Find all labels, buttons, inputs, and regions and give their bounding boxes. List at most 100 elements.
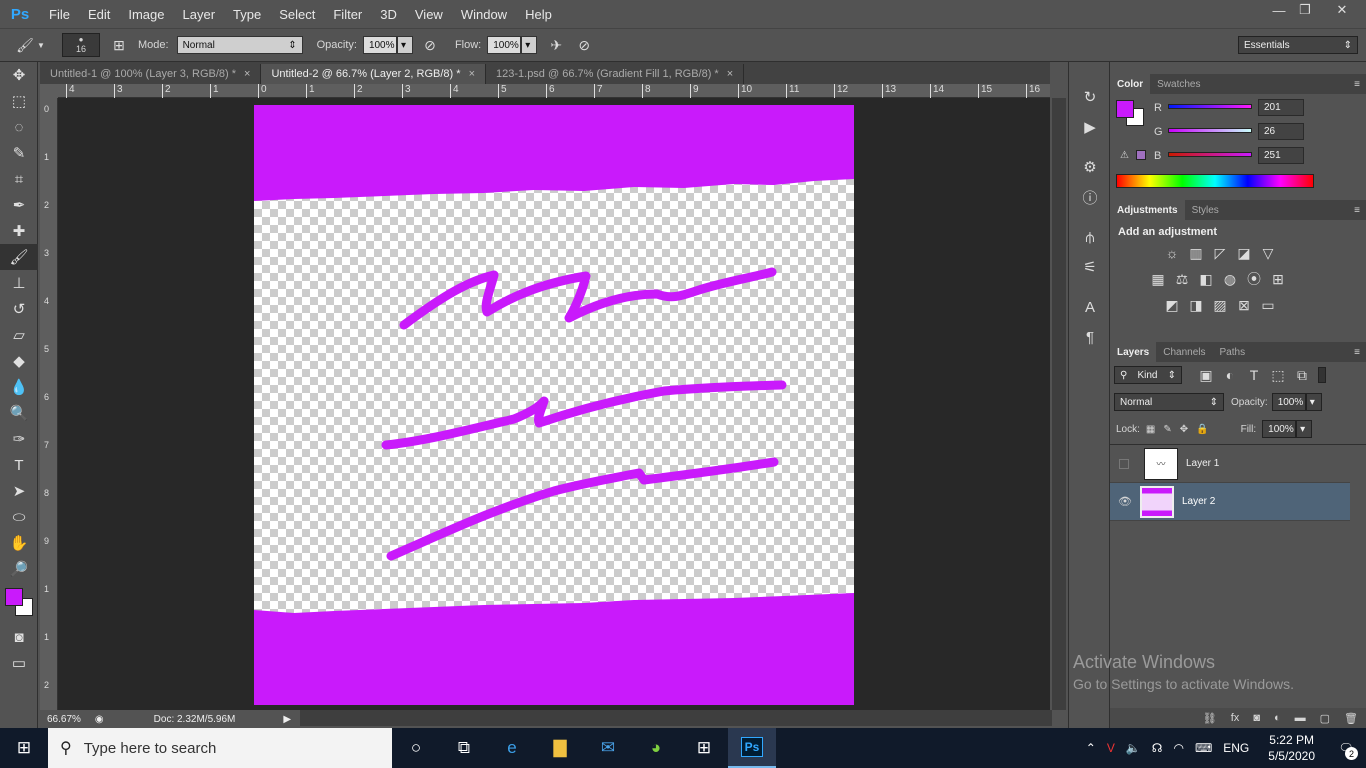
gamut-warning-icon[interactable]: ⚠: [1120, 150, 1129, 161]
healing-brush-tool-icon[interactable]: ✚: [0, 218, 38, 244]
lock-all-icon[interactable]: 🔒: [1196, 424, 1208, 435]
app-icon[interactable]: ◕: [632, 728, 680, 768]
exposure-icon[interactable]: ◪: [1232, 242, 1256, 264]
document-canvas[interactable]: [254, 105, 854, 705]
tab-adjustments[interactable]: Adjustments: [1110, 200, 1185, 220]
menu-window[interactable]: Window: [452, 7, 516, 22]
menu-layer[interactable]: Layer: [174, 7, 225, 22]
tab-styles[interactable]: Styles: [1185, 200, 1226, 220]
pressure-opacity-icon[interactable]: ⊘: [419, 34, 441, 56]
channel-mixer-icon[interactable]: ⦿: [1242, 268, 1266, 290]
eyedropper-tool-icon[interactable]: ✒: [0, 192, 38, 218]
menu-edit[interactable]: Edit: [79, 7, 119, 22]
filter-shape-icon[interactable]: ⬚: [1266, 364, 1290, 386]
tab-paths[interactable]: Paths: [1213, 342, 1253, 362]
lock-position-icon[interactable]: ✥: [1180, 424, 1188, 435]
visibility-toggle[interactable]: [1119, 458, 1129, 469]
vertical-scrollbar[interactable]: [1052, 98, 1066, 710]
layer-filter-select[interactable]: ⚲ Kind ⇕: [1114, 366, 1182, 384]
horizontal-scrollbar[interactable]: [240, 710, 1052, 726]
brush-presets-icon[interactable]: ⫛: [1069, 222, 1111, 252]
menu-3d[interactable]: 3D: [371, 7, 406, 22]
pen-tool-icon[interactable]: ✑: [0, 426, 38, 452]
eraser-tool-icon[interactable]: ▱: [0, 322, 38, 348]
layer-row-layer-1[interactable]: 〰 Layer 1: [1110, 445, 1350, 483]
menu-filter[interactable]: Filter: [324, 7, 371, 22]
photo-filter-icon[interactable]: ◍: [1218, 268, 1242, 290]
airbrush-icon[interactable]: ✈: [545, 34, 567, 56]
fill-dropdown[interactable]: ▾: [1296, 420, 1313, 438]
close-icon[interactable]: ×: [244, 68, 250, 80]
photoshop-taskbar-icon[interactable]: Ps: [728, 728, 776, 768]
menu-file[interactable]: File: [40, 7, 79, 22]
brush-tool-icon[interactable]: 🖌: [0, 244, 38, 270]
selective-color-icon[interactable]: ⊠: [1232, 294, 1256, 316]
ellipse-tool-icon[interactable]: ⬭: [0, 504, 38, 530]
lock-transparent-icon[interactable]: ▦: [1146, 424, 1155, 435]
green-input[interactable]: 26: [1258, 123, 1304, 140]
menu-type[interactable]: Type: [224, 7, 270, 22]
brightness-contrast-icon[interactable]: ☼: [1160, 242, 1184, 264]
actions-panel-icon[interactable]: ▶: [1069, 112, 1111, 142]
path-selection-tool-icon[interactable]: ➤: [0, 478, 38, 504]
ime-icon[interactable]: ☊: [1152, 741, 1163, 755]
layer-name[interactable]: Layer 1: [1186, 458, 1219, 469]
wifi-icon[interactable]: ◠: [1173, 741, 1183, 755]
menu-image[interactable]: Image: [119, 7, 173, 22]
file-explorer-icon[interactable]: ▇: [536, 728, 584, 768]
screen-mode-icon[interactable]: ▭: [0, 650, 38, 676]
status-info-icon[interactable]: ◉: [95, 714, 104, 725]
brush-panel-icon[interactable]: ⚟: [1069, 252, 1111, 282]
brush-size-picker[interactable]: ● 16: [62, 33, 100, 57]
layer-name[interactable]: Layer 2: [1182, 496, 1215, 507]
workspace-select[interactable]: Essentials ⇕: [1238, 36, 1358, 54]
blend-mode-select[interactable]: Normal ⇕: [1114, 393, 1224, 411]
quick-selection-tool-icon[interactable]: ✎: [0, 140, 38, 166]
red-slider[interactable]: [1168, 104, 1252, 109]
volume-icon[interactable]: 🔈: [1126, 741, 1141, 755]
menu-help[interactable]: Help: [516, 7, 561, 22]
chevron-up-icon[interactable]: ⌃: [1086, 741, 1096, 755]
type-tool-icon[interactable]: T: [0, 452, 38, 478]
gradient-map-icon[interactable]: ▭: [1256, 294, 1280, 316]
dodge-tool-icon[interactable]: 🔍: [0, 400, 38, 426]
layer-opacity-input[interactable]: 100%: [1271, 393, 1306, 411]
delete-layer-icon[interactable]: 🗑: [1344, 712, 1358, 725]
filter-type-icon[interactable]: T: [1242, 364, 1266, 386]
fill-input[interactable]: 100%: [1262, 420, 1297, 438]
black-white-icon[interactable]: ◧: [1194, 268, 1218, 290]
crop-tool-icon[interactable]: ⌗: [0, 166, 38, 192]
new-group-icon[interactable]: ▬: [1295, 712, 1306, 724]
red-input[interactable]: 201: [1258, 99, 1304, 116]
clock[interactable]: 5:22 PM 5/5/2020: [1268, 732, 1315, 764]
timeline-icon[interactable]: ⧉: [440, 728, 488, 768]
blur-tool-icon[interactable]: 💧: [0, 374, 38, 400]
filter-toggle[interactable]: [1318, 367, 1326, 383]
zoom-level[interactable]: 66.67%: [47, 714, 81, 725]
new-adjustment-icon[interactable]: ◐: [1274, 712, 1281, 724]
lasso-tool-icon[interactable]: ◌: [0, 114, 38, 140]
store-icon[interactable]: ⊞: [680, 728, 728, 768]
link-layers-icon[interactable]: ⛓: [1203, 712, 1217, 725]
pressure-size-icon[interactable]: ⊘: [573, 34, 595, 56]
hand-tool-icon[interactable]: ✋: [0, 530, 38, 556]
info-panel-icon[interactable]: ⓘ: [1069, 182, 1111, 212]
vibrance-icon[interactable]: ▽: [1256, 242, 1280, 264]
status-menu-arrow-icon[interactable]: ▶: [283, 714, 291, 725]
foreground-color-swatch[interactable]: [5, 588, 23, 606]
tab-color[interactable]: Color: [1110, 74, 1151, 94]
history-brush-tool-icon[interactable]: ↺: [0, 296, 38, 322]
marquee-tool-icon[interactable]: ⬚: [0, 88, 38, 114]
mode-select[interactable]: Normal ⇕: [176, 36, 303, 54]
filter-adjustment-icon[interactable]: ◐: [1218, 364, 1242, 386]
hue-saturation-icon[interactable]: ▦: [1146, 268, 1170, 290]
lock-image-icon[interactable]: ✎: [1163, 424, 1171, 435]
eye-icon[interactable]: 👁: [1118, 495, 1132, 508]
brush-panel-icon[interactable]: ⊞: [108, 34, 130, 56]
zoom-tool-icon[interactable]: 🔎: [0, 556, 38, 582]
invert-icon[interactable]: ◩: [1160, 294, 1184, 316]
green-slider[interactable]: [1168, 128, 1252, 133]
posterize-icon[interactable]: ◨: [1184, 294, 1208, 316]
language-indicator[interactable]: ENG: [1223, 741, 1249, 755]
ruler-corner[interactable]: [40, 84, 58, 98]
